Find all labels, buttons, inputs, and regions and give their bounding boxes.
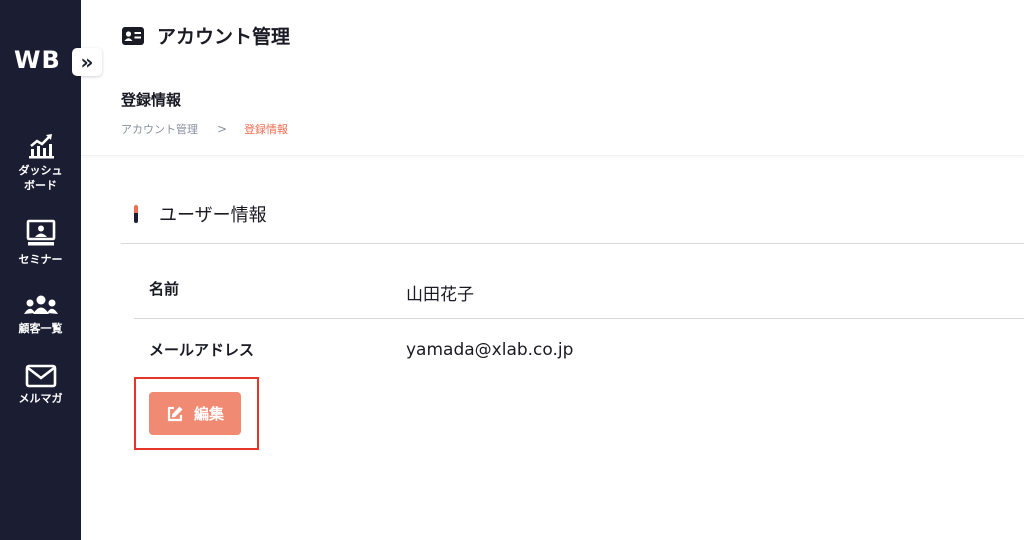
edit-icon: [167, 406, 183, 421]
sidebar: WB ダッシュ ボード セミナー 顧客一覧 メルマガ: [0, 0, 81, 540]
breadcrumb: アカウント管理 > 登録情報: [121, 121, 288, 137]
section-marker: [134, 205, 138, 223]
breadcrumb-current: 登録情報: [244, 123, 289, 136]
users-icon: [23, 295, 58, 314]
sidebar-item-seminar[interactable]: セミナー: [0, 219, 81, 267]
sidebar-item-label: 顧客一覧: [18, 322, 63, 335]
edit-button[interactable]: 編集: [149, 392, 241, 435]
sidebar-item-newsletter[interactable]: メルマガ: [0, 364, 81, 406]
breadcrumb-separator: >: [217, 122, 228, 136]
breadcrumb-link-account[interactable]: アカウント管理: [121, 121, 198, 137]
main-content: アカウント管理 登録情報 アカウント管理 > 登録情報 ユーザー情報 名前 山田…: [81, 0, 1024, 540]
mail-icon: [25, 364, 56, 388]
sidebar-item-dashboard[interactable]: ダッシュ ボード: [0, 132, 81, 193]
row-divider: [134, 318, 1024, 319]
sidebar-item-label: メルマガ: [18, 392, 63, 405]
sidebar-item-customers[interactable]: 顧客一覧: [0, 294, 81, 336]
page-header: アカウント管理 登録情報 アカウント管理 > 登録情報: [81, 0, 1024, 156]
chart-icon: [28, 134, 54, 159]
id-card-icon: [122, 26, 144, 45]
email-label: メールアドレス: [149, 341, 255, 359]
page-title-row: アカウント管理: [121, 22, 290, 49]
email-value: yamada@xlab.co.jp: [406, 340, 574, 360]
sidebar-item-label: ダッシュ ボード: [18, 164, 63, 192]
section-divider: [121, 243, 1024, 244]
section-title: ユーザー情報: [159, 205, 267, 226]
name-value: 山田花子: [406, 285, 474, 305]
name-label: 名前: [149, 280, 180, 298]
page-subtitle: 登録情報: [121, 91, 182, 109]
seminar-icon: [26, 219, 55, 246]
logo: WB: [14, 46, 61, 74]
sidebar-item-label: セミナー: [18, 253, 63, 266]
page-title: アカウント管理: [157, 26, 291, 48]
section-header: ユーザー情報: [134, 201, 267, 227]
edit-button-label: 編集: [193, 405, 224, 423]
